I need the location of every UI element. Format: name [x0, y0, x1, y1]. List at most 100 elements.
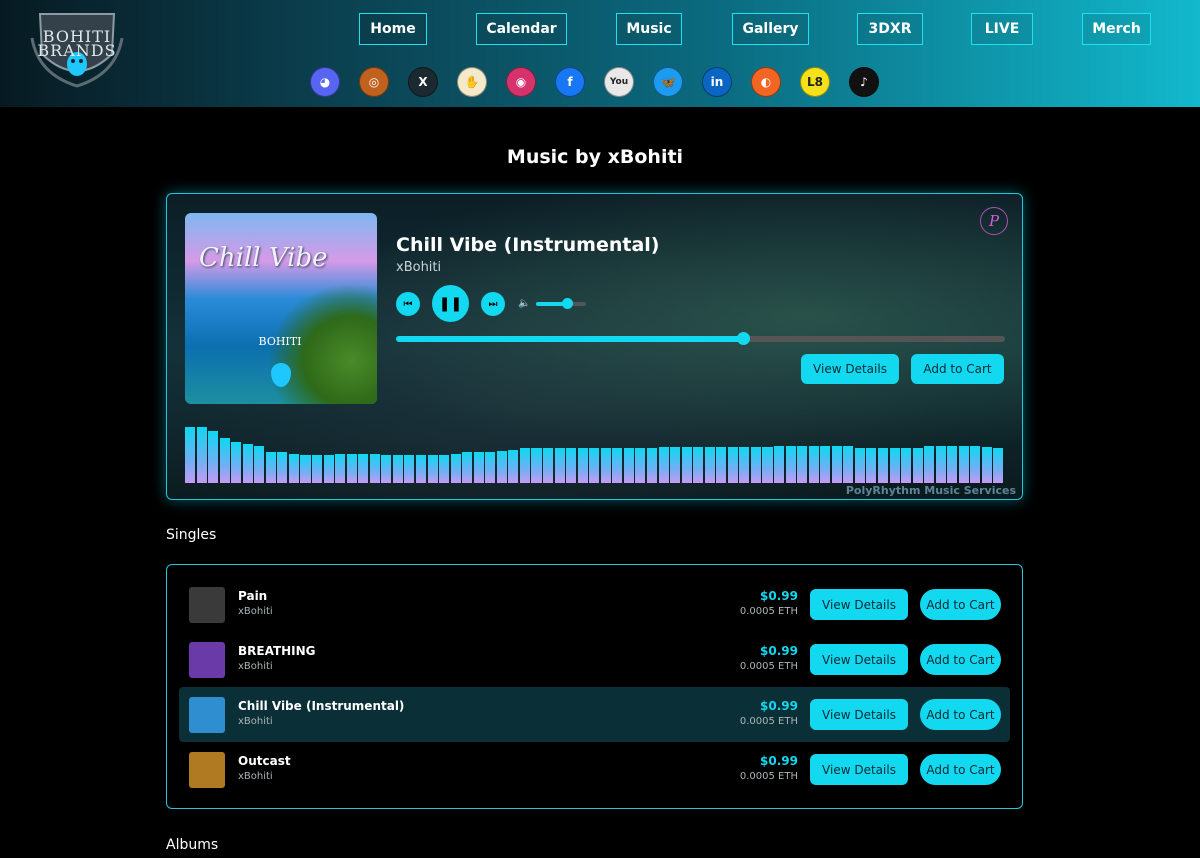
- visualizer-bar: [635, 448, 646, 483]
- progress-bar[interactable]: [396, 332, 1005, 345]
- visualizer-bar: [427, 455, 438, 483]
- single-view-details-button[interactable]: View Details: [810, 754, 908, 785]
- single-add-to-cart-button[interactable]: Add to Cart: [920, 699, 1001, 730]
- facebook-icon[interactable]: f: [555, 67, 585, 97]
- cover-title: Chill Vibe: [199, 243, 328, 273]
- fingerprint-icon[interactable]: ◎: [359, 67, 389, 97]
- discord-icon[interactable]: ◕: [310, 67, 340, 97]
- volume-icon[interactable]: 🔈: [518, 298, 530, 309]
- visualizer-bar: [254, 446, 265, 483]
- tiktok-icon[interactable]: ♪: [849, 67, 879, 97]
- visualizer-bar: [439, 455, 450, 483]
- visualizer-bar: [901, 448, 912, 483]
- service-label: PolyRhythm Music Services: [845, 484, 1016, 497]
- single-thumbnail[interactable]: [189, 752, 225, 788]
- instagram-icon[interactable]: ◉: [506, 67, 536, 97]
- x-icon[interactable]: X: [408, 67, 438, 97]
- visualizer-bar: [300, 455, 311, 483]
- price-usd: $0.99: [760, 589, 798, 603]
- nav-home[interactable]: Home: [359, 13, 427, 45]
- visualizer-bar: [277, 452, 288, 483]
- visualizer-bar: [335, 453, 346, 483]
- single-view-details-button[interactable]: View Details: [810, 589, 908, 620]
- lemon8-icon[interactable]: L8: [800, 67, 830, 97]
- nav-merch[interactable]: Merch: [1082, 13, 1151, 45]
- progress-fill: [396, 336, 744, 342]
- single-row[interactable]: Pain xBohiti $0.99 0.0005 ETH View Details Ad…: [179, 577, 1010, 632]
- pause-button[interactable]: ❚❚: [432, 285, 469, 322]
- visualizer-bar: [854, 448, 865, 483]
- visualizer-bar: [358, 453, 369, 483]
- skip-back-icon: ⏮: [403, 298, 413, 310]
- single-row[interactable]: BREATHING xBohiti $0.99 0.0005 ETH View Deta…: [179, 632, 1010, 687]
- visualizer-bar: [531, 448, 542, 483]
- visualizer-bar: [185, 427, 196, 483]
- visualizer-bar: [831, 446, 842, 483]
- visualizer-bar: [912, 448, 923, 483]
- previous-track-button[interactable]: ⏮: [396, 292, 420, 316]
- visualizer-bar: [727, 447, 738, 483]
- singles-list: Pain xBohiti $0.99 0.0005 ETH View Details Ad…: [166, 564, 1023, 809]
- price-eth: 0.0005 ETH: [739, 771, 798, 782]
- linkedin-icon[interactable]: in: [702, 67, 732, 97]
- price-usd: $0.99: [760, 754, 798, 768]
- player-view-details-button[interactable]: View Details: [801, 354, 899, 384]
- single-thumbnail[interactable]: [189, 587, 225, 623]
- visualizer-bar: [462, 452, 473, 483]
- visualizer-bar: [924, 446, 935, 483]
- single-view-details-button[interactable]: View Details: [810, 699, 908, 730]
- single-thumbnail[interactable]: [189, 642, 225, 678]
- visualizer-bar: [485, 452, 496, 483]
- progress-handle[interactable]: [737, 332, 751, 345]
- visualizer-bar: [450, 453, 461, 483]
- visualizer-bar: [716, 447, 727, 483]
- nav-gallery[interactable]: Gallery: [732, 13, 809, 45]
- single-add-to-cart-button[interactable]: Add to Cart: [920, 589, 1001, 620]
- volume-slider[interactable]: [536, 298, 586, 309]
- single-add-to-cart-button[interactable]: Add to Cart: [920, 644, 1001, 675]
- polyrhythm-logo-icon[interactable]: P: [980, 207, 1008, 235]
- single-artist: xBohiti: [238, 716, 273, 727]
- albums-heading: Albums: [166, 837, 219, 853]
- site-header: BOHITI BRANDS Home Calendar Music Galler…: [0, 0, 1200, 107]
- visualizer-bar: [519, 448, 530, 483]
- bluesky-icon[interactable]: 🦋: [653, 67, 683, 97]
- nav-3dxr[interactable]: 3DXR: [857, 13, 923, 45]
- single-thumbnail[interactable]: [189, 697, 225, 733]
- visualizer-bar: [265, 452, 276, 483]
- album-cover[interactable]: Chill Vibe BOHITI: [185, 213, 377, 404]
- nav-music[interactable]: Music: [616, 13, 682, 45]
- visualizer-bar: [323, 455, 334, 483]
- visualizer-bar: [762, 447, 773, 483]
- single-artist: xBohiti: [238, 661, 273, 672]
- price-usd: $0.99: [760, 644, 798, 658]
- single-view-details-button[interactable]: View Details: [810, 644, 908, 675]
- main-nav: Home Calendar Music Gallery 3DXR LIVE Me…: [0, 13, 1200, 45]
- visualizer-bar: [750, 447, 761, 483]
- youtube-icon[interactable]: You: [604, 67, 634, 97]
- player-add-to-cart-button[interactable]: Add to Cart: [911, 354, 1004, 384]
- hand-icon[interactable]: ✋: [457, 67, 487, 97]
- social-links: ◕ ◎ X ✋ ◉ f You 🦋 in ◐ L8 ♪: [0, 67, 1200, 99]
- visualizer-bar: [739, 447, 750, 483]
- single-title: Chill Vibe (Instrumental): [238, 699, 405, 713]
- visualizer-bar: [415, 455, 427, 483]
- visualizer-bar: [658, 447, 669, 483]
- singles-heading: Singles: [166, 527, 217, 543]
- visualizer-bar: [866, 448, 877, 483]
- single-row[interactable]: Outcast xBohiti $0.99 0.0005 ETH View Detail…: [179, 742, 1010, 797]
- visualizer-bar: [820, 446, 831, 483]
- patreon-icon[interactable]: ◐: [751, 67, 781, 97]
- volume-handle[interactable]: [562, 298, 573, 309]
- single-add-to-cart-button[interactable]: Add to Cart: [920, 754, 1001, 785]
- cover-logo-text: BOHITI: [258, 335, 302, 348]
- nav-live[interactable]: LIVE: [971, 13, 1033, 45]
- audio-visualizer: [185, 427, 1005, 483]
- nav-calendar[interactable]: Calendar: [476, 13, 567, 45]
- visualizer-bar: [670, 447, 681, 483]
- next-track-button[interactable]: ⏭: [481, 292, 505, 316]
- single-row[interactable]: Chill Vibe (Instrumental) xBohiti $0.99 0.0…: [179, 687, 1010, 742]
- single-title: BREATHING: [238, 644, 316, 658]
- visualizer-bar: [785, 446, 796, 483]
- visualizer-bar: [681, 447, 692, 483]
